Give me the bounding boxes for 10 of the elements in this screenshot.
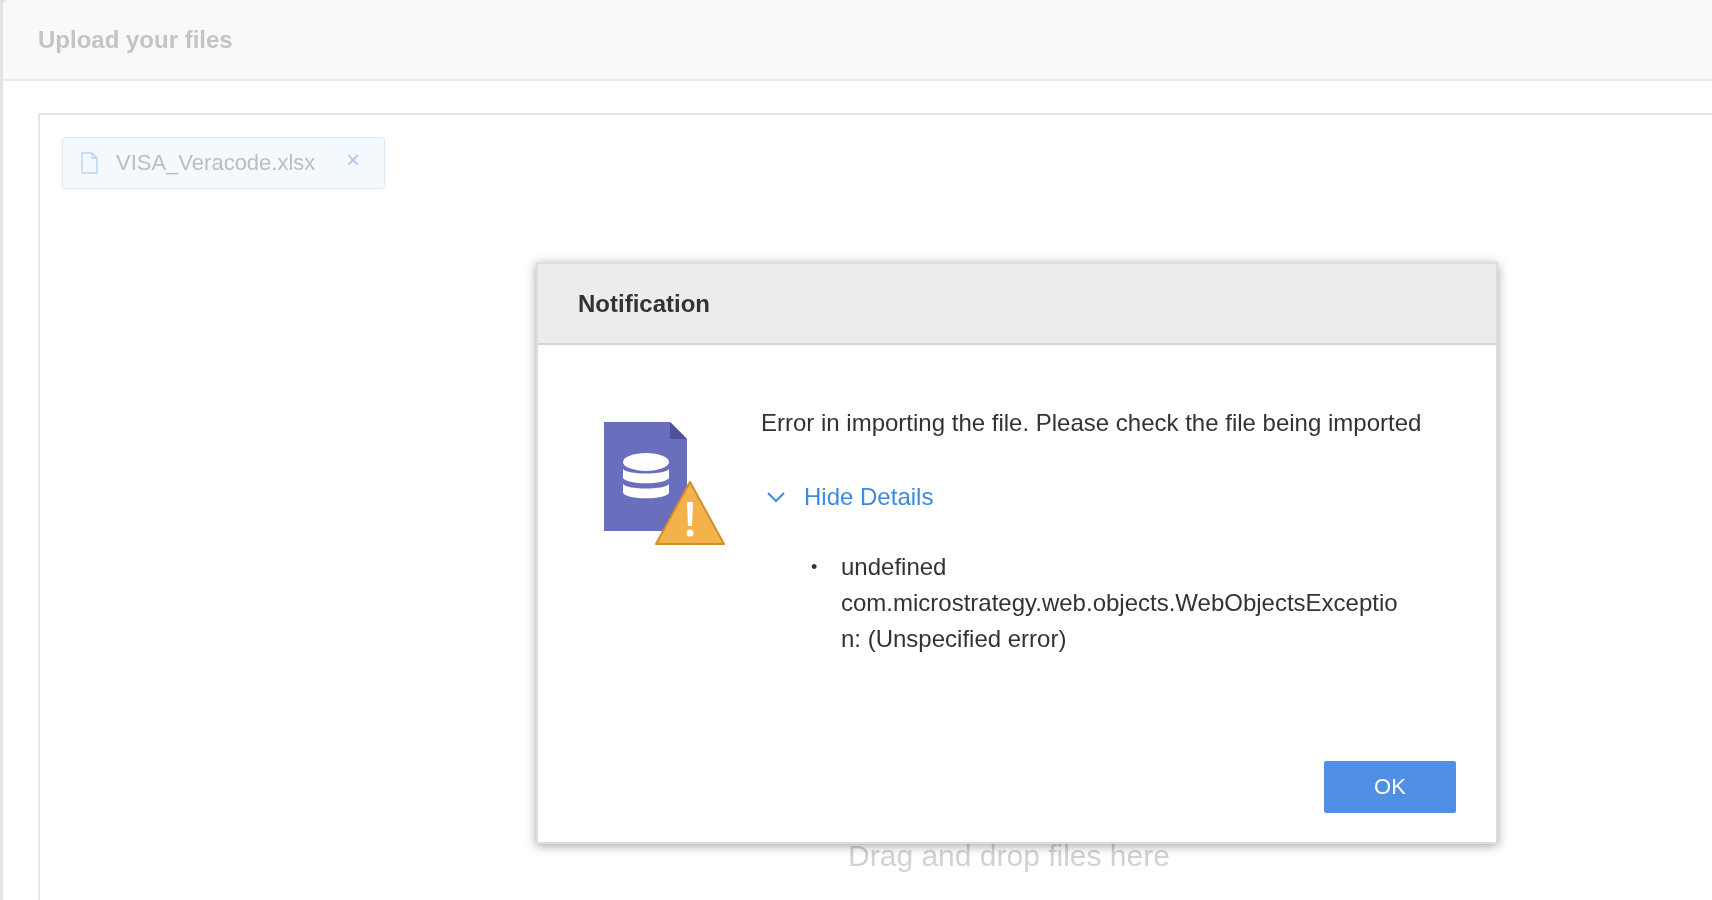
dialog-title: Notification [578,289,710,318]
ok-button[interactable]: OK [1324,761,1456,813]
file-name: VISA_Veracode.xlsx [116,150,317,176]
database-file-warning-icon [601,419,727,547]
error-detail: undefined com.microstrategy.web.objects.WebObjectsException: (Unspecified error) [841,552,1399,654]
chevron-down-icon [766,491,786,503]
bullet-mark: • [811,556,819,579]
file-icon [81,152,98,174]
error-message: Error in importing the file. Please check the file being imported [761,409,1422,437]
hide-details-link[interactable]: Hide Details [761,483,934,511]
